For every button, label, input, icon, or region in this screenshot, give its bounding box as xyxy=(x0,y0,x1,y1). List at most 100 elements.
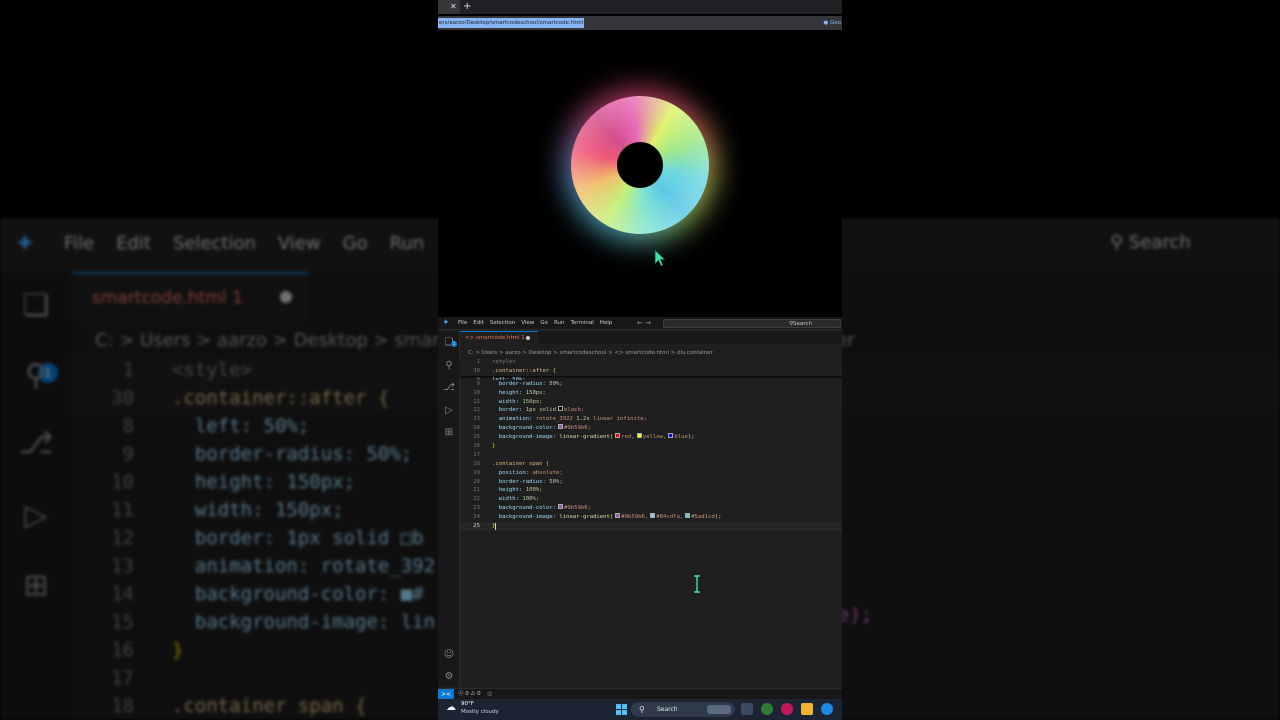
back-arrow-icon[interactable]: ← xyxy=(637,319,643,327)
menu-run[interactable]: Run xyxy=(554,317,565,330)
breadcrumb[interactable]: C: > Users > aarzo > Desktop > smartcode… xyxy=(468,349,713,357)
bg-menu-edit: Edit xyxy=(116,233,151,254)
search-icon: ⚲ xyxy=(639,705,645,714)
url-text[interactable]: ers/aarzo/Desktop/smartcodeschool/smartc… xyxy=(438,18,585,28)
windows-taskbar: ☁ 90°F Mostly cloudy ⚲ Search xyxy=(438,699,842,720)
bg-editor-tab: smartcode.html 1 xyxy=(72,272,308,322)
account-icon[interactable]: ☺ xyxy=(443,649,455,661)
taskbar-search-label: Search xyxy=(657,706,678,713)
activity-bar: ❏ 1 ⚲ ⎇ ▷ ⊞ ☺ ⚙ xyxy=(438,331,460,686)
tab-smartcode-html[interactable]: <> smartcode.html 1 xyxy=(460,331,538,344)
bg-menu-go: Go xyxy=(342,233,368,254)
browser-address-bar[interactable]: ers/aarzo/Desktop/smartcodeschool/smartc… xyxy=(438,16,842,30)
browser-tab-strip: ✕ + xyxy=(438,0,842,14)
bg-search-label: Search xyxy=(1128,232,1191,253)
bg-breadcrumb: C: > Users > aarzo > Desktop > smartco xyxy=(95,330,468,351)
search-highlight-image xyxy=(707,705,731,714)
run-debug-icon: ▷ xyxy=(24,498,48,533)
extension-icon: ● xyxy=(823,20,829,26)
bg-search: ⚲ Search xyxy=(1110,232,1191,253)
code-line: 22 width: 100%; xyxy=(473,496,540,503)
weather-temp[interactable]: 90°F xyxy=(461,701,474,708)
bg-tab-label: smartcode.html 1 xyxy=(92,288,243,308)
menu-terminal[interactable]: Terminal xyxy=(570,317,593,330)
code-line: 24 background-image: linear-gradient(#9b… xyxy=(473,513,722,521)
code-line: 10 height: 150px; xyxy=(473,389,546,396)
browser-extension[interactable]: ● Geo xyxy=(823,18,841,28)
command-center-label: ⚲Search xyxy=(789,321,812,327)
command-center[interactable]: ⚲Search xyxy=(663,319,841,328)
color-swatch-light-blue[interactable] xyxy=(650,513,656,519)
extensions-icon: ⊞ xyxy=(23,568,49,603)
copilot-icon[interactable] xyxy=(781,703,793,715)
code-line: 21 height: 100%; xyxy=(473,487,543,494)
bg-menu-run: Run xyxy=(389,233,425,254)
video-frame: ✕ + ers/aarzo/Desktop/smartcodeschool/sm… xyxy=(438,0,842,720)
text-cursor-icon xyxy=(694,575,700,593)
color-swatch-teal[interactable] xyxy=(685,513,691,519)
vscode-window: ✦ File Edit Selection View Go Run Termin… xyxy=(438,317,842,700)
mouse-cursor-icon xyxy=(654,249,666,267)
tab-label: <> smartcode.html 1 xyxy=(465,335,525,341)
unsaved-dot-icon[interactable] xyxy=(526,336,530,340)
color-swatch-yellow[interactable] xyxy=(636,433,642,439)
explorer-icon: ❏ xyxy=(22,288,50,323)
status-bar: >< ⓧ 0 ⚠ 0 ☉ xyxy=(438,688,842,700)
close-tab-icon[interactable]: ✕ xyxy=(450,1,457,13)
menu-selection[interactable]: Selection xyxy=(490,317,515,330)
nav-arrows: ← → xyxy=(637,317,651,330)
code-line: 14 background-color: #9b59b6; xyxy=(473,424,591,432)
weather-condition[interactable]: Mostly cloudy xyxy=(461,709,499,716)
menu-edit[interactable]: Edit xyxy=(473,317,484,330)
bg-menu-selection: Selection xyxy=(172,233,256,254)
html-file-icon: <> xyxy=(465,335,475,341)
sticky-line[interactable]: 1 <style> xyxy=(460,358,842,367)
search-icon: ⚲ xyxy=(25,358,47,393)
color-swatch-red[interactable] xyxy=(615,433,621,439)
vscode-titlebar: ✦ File Edit Selection View Go Run Termin… xyxy=(438,317,842,330)
ring-center-hole xyxy=(617,142,663,188)
forward-arrow-icon[interactable]: → xyxy=(645,319,651,327)
run-debug-icon[interactable]: ▷ xyxy=(443,405,455,417)
code-line: 17 xyxy=(473,451,480,458)
color-swatch-purple[interactable] xyxy=(558,504,564,510)
file-explorer-icon[interactable] xyxy=(801,703,813,715)
weather-cloud-icon[interactable]: ☁ xyxy=(446,702,456,714)
code-editor[interactable]: 1 <style> 30 .container::after { 8 left: 50… xyxy=(460,358,842,531)
screen: ✦ File Edit Selection View Go Run ⚲ Sear… xyxy=(0,0,1280,720)
extensions-icon[interactable]: ⊞ xyxy=(443,427,455,439)
new-tab-icon[interactable]: + xyxy=(463,0,471,14)
color-swatch-blue[interactable] xyxy=(668,433,674,439)
sticky-line[interactable]: 30 .container::after { xyxy=(460,366,842,376)
chrome-icon[interactable] xyxy=(761,703,773,715)
browser-tab[interactable]: ✕ xyxy=(438,0,460,14)
bg-menu-bar: File Edit Selection View Go Run xyxy=(64,233,424,254)
code-line: 16} xyxy=(473,443,496,450)
menu-file[interactable]: File xyxy=(458,317,467,330)
explorer-badge: 1 xyxy=(451,341,457,347)
edge-icon[interactable] xyxy=(821,703,833,715)
menu-view[interactable]: View xyxy=(521,317,534,330)
source-control-icon[interactable]: ⎇ xyxy=(443,382,455,394)
code-line: 9 border-radius: 50%; xyxy=(476,380,563,387)
code-line: 19 position: absolute; xyxy=(473,469,563,476)
unsaved-dot-icon xyxy=(280,291,292,303)
taskbar-search[interactable]: ⚲ Search xyxy=(631,702,735,717)
task-view-icon[interactable] xyxy=(741,703,753,715)
menu-go[interactable]: Go xyxy=(540,317,548,330)
search-icon[interactable]: ⚲ xyxy=(443,360,455,372)
code-line: 11 width: 150px; xyxy=(473,398,543,405)
code-line: 20 border-radius: 50%; xyxy=(473,478,563,485)
search-icon: ⚲ xyxy=(1110,232,1124,253)
text-caret xyxy=(495,523,497,531)
color-swatch-purple[interactable] xyxy=(558,424,564,430)
menu-help[interactable]: Help xyxy=(600,317,613,330)
vscode-logo-icon: ✦ xyxy=(442,318,450,328)
windows-start-icon[interactable] xyxy=(616,704,627,715)
gear-icon[interactable]: ⚙ xyxy=(443,671,455,683)
color-swatch-purple[interactable] xyxy=(615,513,621,519)
color-swatch-black[interactable] xyxy=(558,406,564,412)
bg-activity-bar: ❏ 1 ⚲ ⎇ ▷ ⊞ xyxy=(0,272,72,720)
code-line: 12 border: 1px solid black; xyxy=(473,406,585,414)
page-preview xyxy=(438,30,842,316)
